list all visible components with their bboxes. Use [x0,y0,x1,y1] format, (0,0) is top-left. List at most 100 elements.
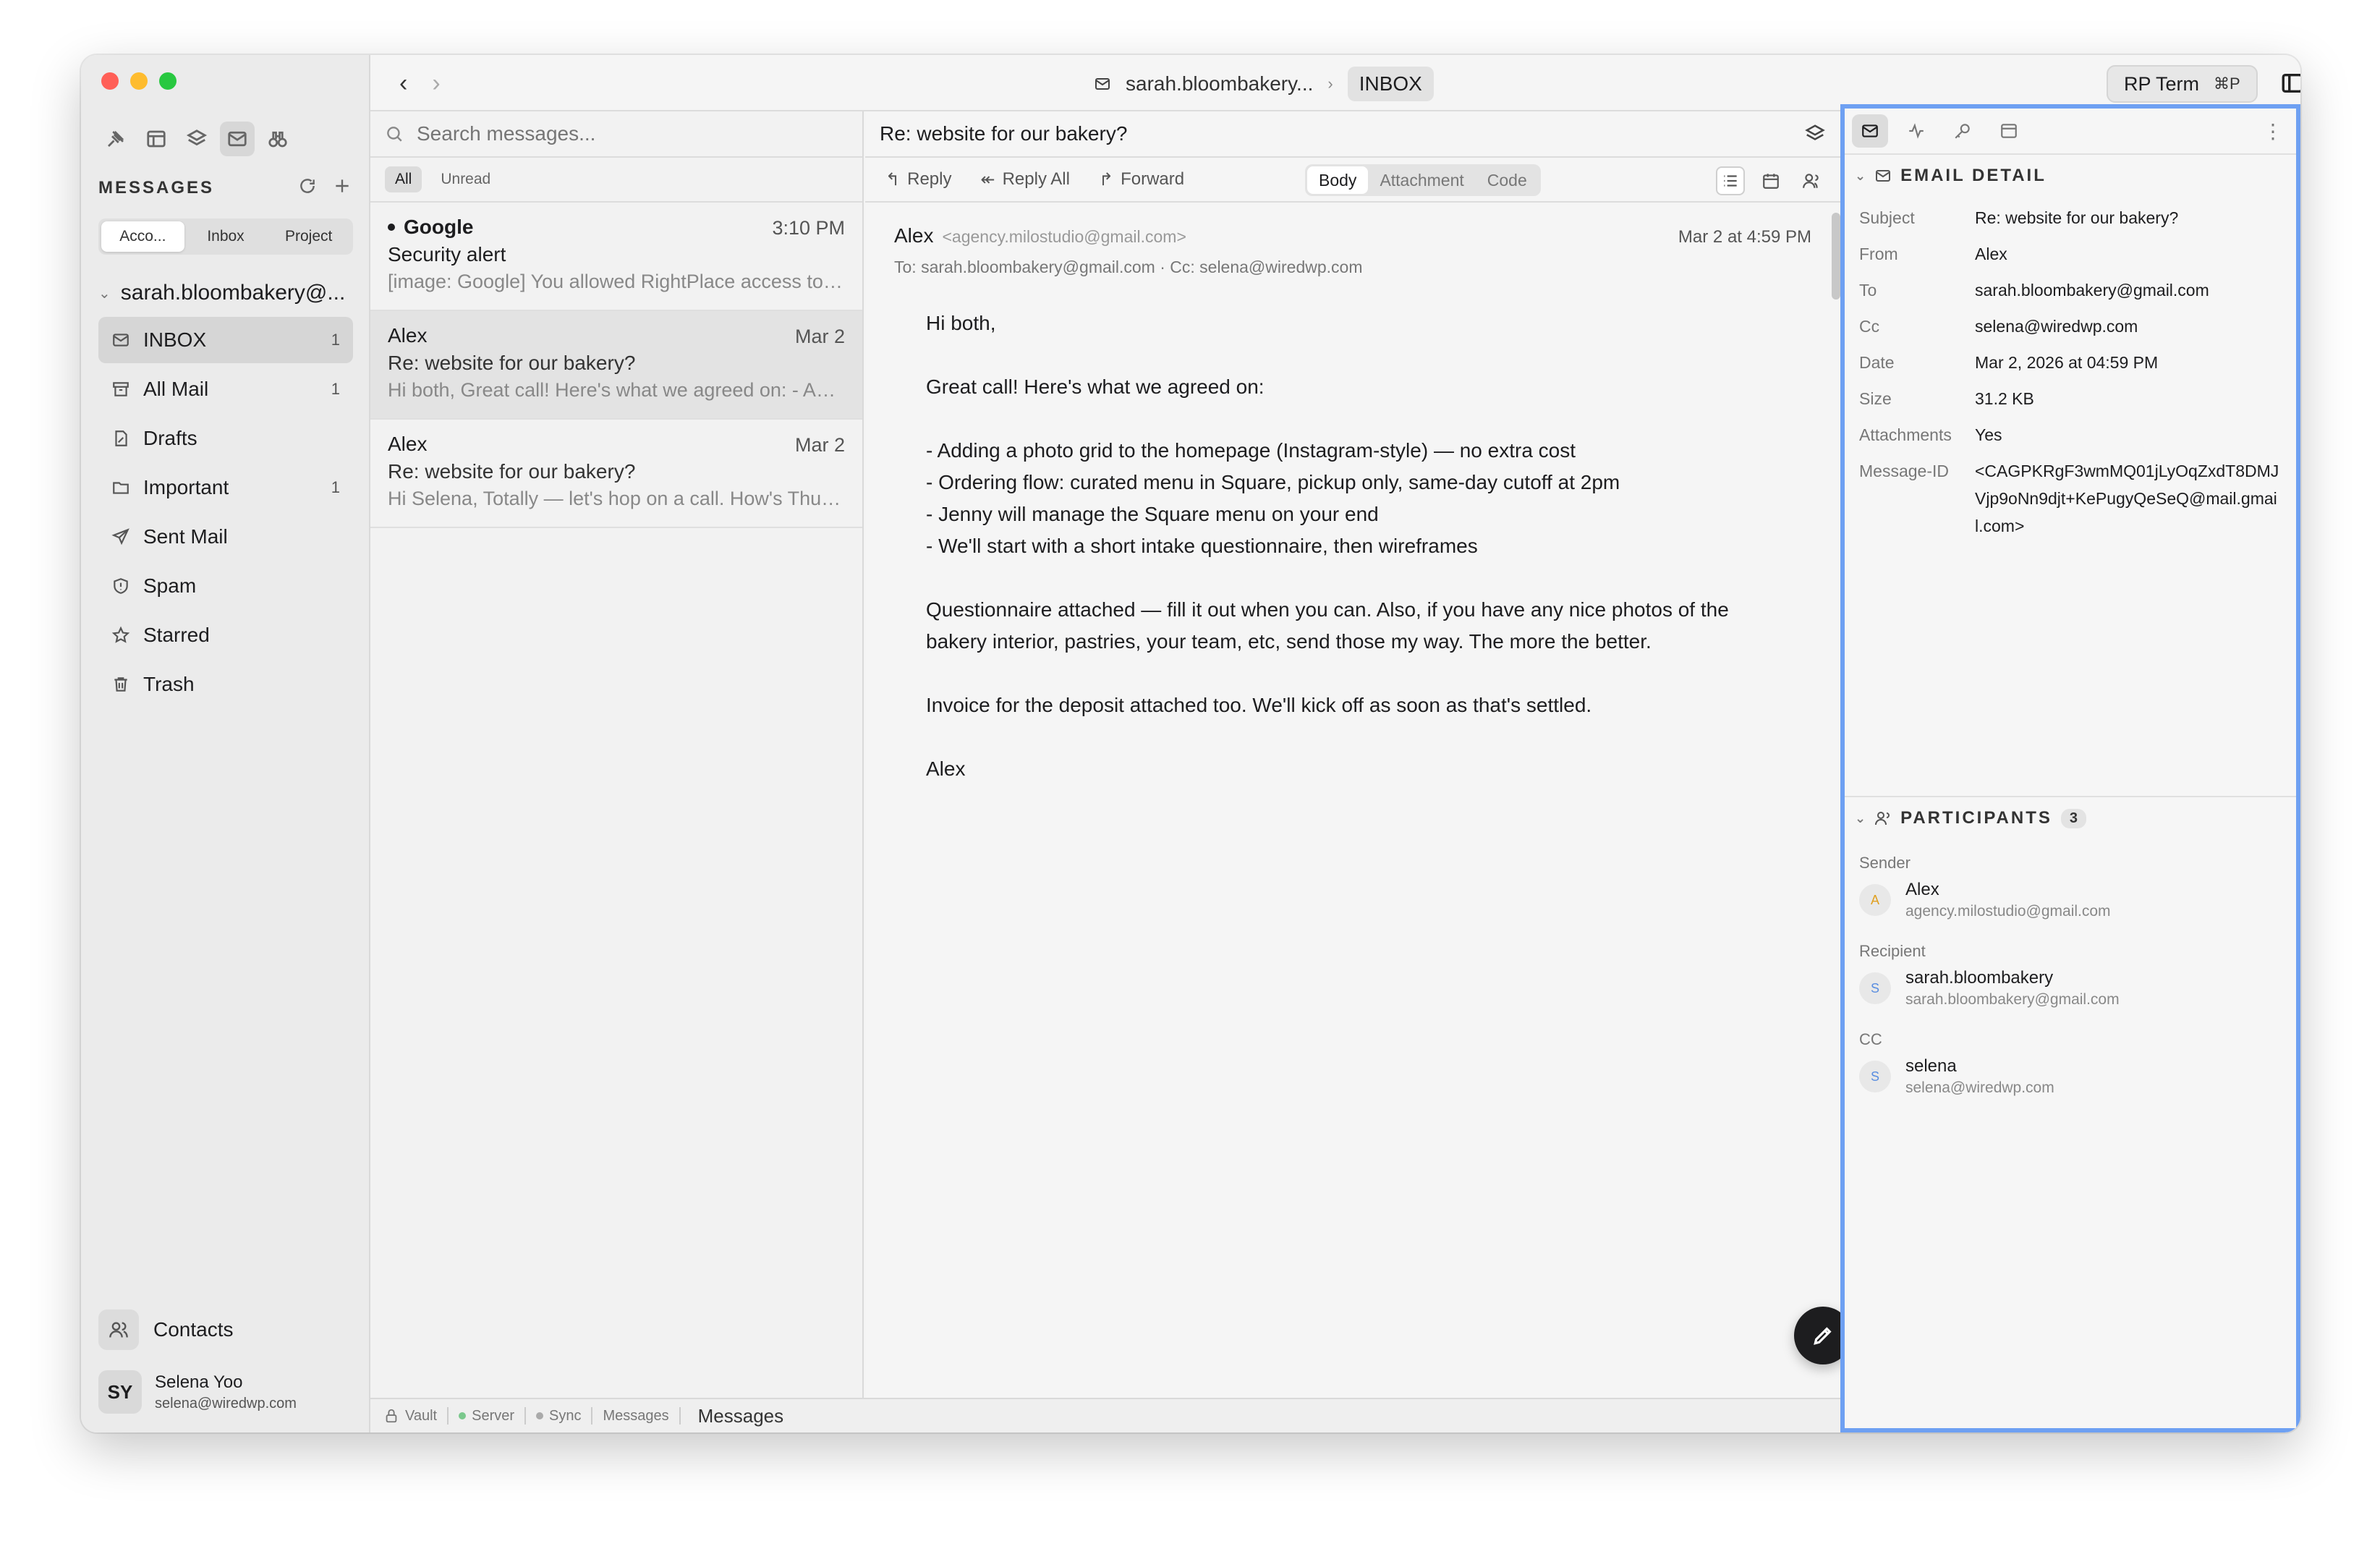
reader-title-bar: Re: website for our bakery? [865,111,1840,158]
search-bar [370,111,862,158]
field-value: Yes [1975,425,2002,444]
layers-icon[interactable] [1804,123,1826,145]
segment-project[interactable]: Project [267,221,350,252]
list-view-icon[interactable] [1716,166,1745,195]
folder-label: Spam [143,574,197,597]
filter-all[interactable]: All [385,166,422,192]
mail-icon[interactable] [220,122,255,156]
vault-label: Vault [405,1407,438,1424]
segment-inbox[interactable]: Inbox [184,221,268,252]
breadcrumb-folder[interactable]: INBOX [1347,67,1434,101]
refresh-icon[interactable] [298,177,317,195]
sidebar-segmented-control: Acco... Inbox Project [98,218,353,255]
folder-label: Sent Mail [143,525,228,548]
field-value: 31.2 KB [1975,389,2034,408]
calendar-icon[interactable] [1756,166,1785,195]
email-detail-title: EMAIL DETAIL [1900,166,2047,185]
back-arrow-icon[interactable]: ‹ [399,69,407,98]
sidebar-item-sent-mail[interactable]: Sent Mail [98,514,353,560]
detail-field-subject: Subject Re: website for our bakery? [1845,204,2296,232]
send-icon [111,528,129,545]
email-detail-header[interactable]: ⌄ EMAIL DETAIL [1845,153,2296,197]
sidebar-item-drafts[interactable]: Drafts [98,415,353,462]
pin-icon[interactable] [98,122,133,156]
key-icon[interactable] [1945,114,1981,148]
message-list-item[interactable]: Alex Mar 2 Re: website for our bakery? H… [370,311,862,420]
breadcrumb-account[interactable]: sarah.bloombakery... [1126,72,1313,95]
zoom-window-button[interactable] [159,72,177,90]
rp-term-label: RP Term [2124,72,2200,95]
view-attachment-tab[interactable]: Attachment [1368,166,1475,194]
participant-name: selena [1905,1056,1957,1076]
forward-label: Forward [1121,169,1185,189]
close-window-button[interactable] [101,72,119,90]
people-icon[interactable] [1797,166,1826,195]
contacts-label: Contacts [153,1318,234,1341]
contacts-button[interactable]: Contacts [98,1309,234,1350]
participant-email: sarah.bloombakery@gmail.com [1905,991,2120,1008]
message-list-item[interactable]: Alex Mar 2 Re: website for our bakery? H… [370,420,862,528]
user-profile[interactable]: SY Selena Yoo selena@wiredwp.com [98,1370,297,1414]
mail-header: Alex <agency.milostudio@gmail.com> To: sa… [865,203,1840,277]
sidebar-item-starred[interactable]: Starred [98,612,353,658]
account-row[interactable]: ⌄ sarah.bloombakery@... [98,281,345,305]
sidebar-toolbar [98,122,295,156]
activity-icon[interactable] [1898,114,1934,148]
layers-icon[interactable] [179,122,214,156]
participant-cc[interactable]: S selena selena@wiredwp.com [1845,1049,2296,1097]
participant-sender[interactable]: A Alex agency.milostudio@gmail.com [1845,873,2296,920]
detail-field-from: From Alex [1845,240,2296,268]
forward-button[interactable]: ↱ Forward [1099,169,1184,190]
reading-pane: Re: website for our bakery? ↰ Reply ↞ Repl… [865,111,1899,1398]
minimize-window-button[interactable] [130,72,148,90]
folder-label: Drafts [143,427,197,449]
mail-icon [1876,170,1891,182]
search-input[interactable] [417,122,822,145]
message-list-item[interactable]: Google 3:10 PM Security alert [image: Go… [370,203,862,311]
panel-layout-icon[interactable] [1991,114,2027,148]
avatar: S [1859,972,1891,1004]
view-body-tab[interactable]: Body [1307,166,1369,194]
field-key: Message-ID [1859,462,1949,480]
message-from: Alex [388,324,428,347]
segment-accounts[interactable]: Acco... [101,221,184,252]
view-code-tab[interactable]: Code [1476,166,1539,194]
participants-header[interactable]: ⌄ PARTICIPANTS 3 [1845,796,2296,839]
forward-arrow-icon[interactable]: › [432,69,440,98]
reader-scrollbar[interactable] [1832,213,1840,300]
rp-term-button[interactable]: RP Term ⌘P [2107,65,2258,103]
account-name: sarah.bloombakery@... [120,281,346,305]
reply-button[interactable]: ↰ Reply [885,169,951,190]
messages-section-title: MESSAGES [98,178,215,198]
layout-toggles [2280,71,2300,95]
field-value[interactable]: <CAGPKRgF3wmMQ01jLyOqZxdT8DMJVjp9oNn9djt… [1975,457,2282,540]
layout-icon[interactable] [139,122,174,156]
message-list-pane: All Unread Google 3:10 PM Security alert… [370,111,864,1398]
sidebar-item-all-mail[interactable]: All Mail 1 [98,366,353,412]
more-options-icon[interactable]: ⋮ [2263,119,2283,143]
sidebar-item-inbox[interactable]: INBOX 1 [98,317,353,363]
binoculars-icon[interactable] [260,122,295,156]
nav-arrows: ‹ › [399,69,441,98]
body-greeting: Hi both, [926,312,996,334]
reply-label: Reply [907,169,952,189]
toggle-left-panel-icon[interactable] [2280,71,2300,95]
participant-recipient[interactable]: S sarah.bloombakery sarah.bloombakery@gma… [1845,961,2296,1009]
sidebar-item-trash[interactable]: Trash [98,661,353,708]
divider [591,1407,593,1425]
draft-icon [115,430,127,446]
reply-all-button[interactable]: ↞ Reply All [980,169,1069,190]
add-icon[interactable] [333,177,352,195]
trash-icon [114,677,127,692]
filter-unread[interactable]: Unread [430,166,501,192]
star-icon [111,626,130,643]
reader-actions: ↰ Reply ↞ Reply All ↱ Forward Body Attachme… [865,158,1899,203]
breadcrumb: sarah.bloombakery... › INBOX [1094,67,1434,101]
detail-mail-icon[interactable] [1852,114,1888,148]
sidebar-item-spam[interactable]: Spam [98,563,353,609]
app-window: MESSAGES Acco... Inbox Project ⌄ sarah.b… [81,55,2300,1432]
sidebar-item-important[interactable]: Important 1 [98,464,353,511]
detail-field-to: To sarah.bloombakery@gmail.com [1845,276,2296,304]
reply-all-icon: ↞ [980,169,995,190]
reader-subject: Re: website for our bakery? [880,122,1128,145]
